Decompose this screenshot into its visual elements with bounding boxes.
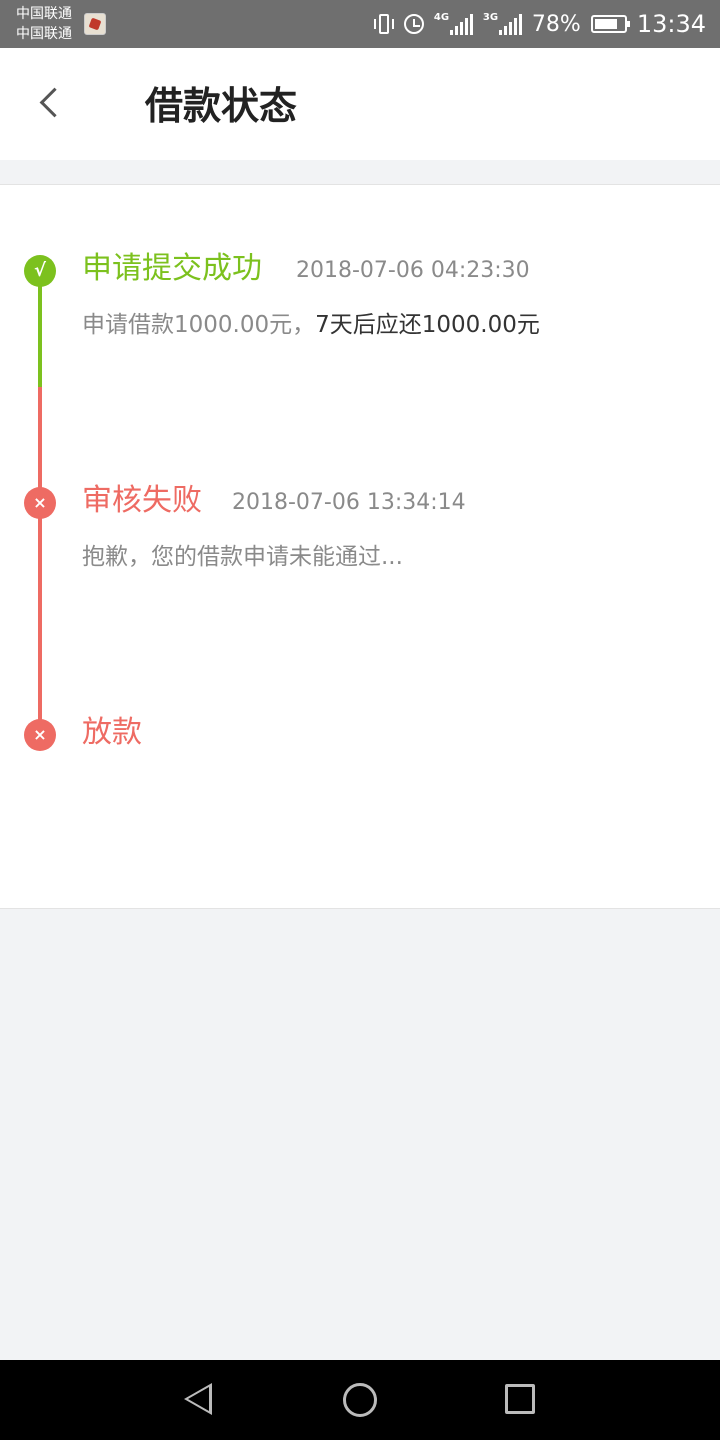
timeline-line-success — [38, 271, 42, 387]
app-header: 借款状态 — [0, 48, 720, 160]
nav-recents-icon[interactable] — [505, 1384, 535, 1414]
vibrate-icon — [373, 13, 394, 35]
clock: 13:34 — [636, 10, 706, 38]
step-time-submitted: 2018-07-06 04:23:30 — [296, 258, 530, 283]
loan-amount-text: 申请借款1000.00元， — [82, 312, 316, 338]
status-bar: 中国联通 中国联通 4G 3G 78% 13:34 — [0, 0, 720, 48]
network-type-2: 3G — [482, 12, 499, 23]
battery-percent: 78% — [531, 11, 581, 37]
signal-4g-icon: 4G — [434, 13, 473, 35]
carrier-1: 中国联通 — [16, 6, 72, 22]
repay-amount-text: 7天后应还1000.00元 — [315, 312, 540, 338]
alarm-icon — [403, 14, 424, 34]
battery-icon — [590, 15, 630, 33]
nav-back-icon[interactable] — [184, 1383, 212, 1415]
timeline-line-failed — [38, 387, 42, 733]
step-title-disbursement: 放款 — [82, 715, 142, 750]
check-icon: √ — [24, 255, 56, 287]
back-button[interactable] — [30, 84, 70, 124]
step-time-review-failed: 2018-07-06 13:34:14 — [232, 490, 466, 515]
network-type-1: 4G — [433, 12, 450, 23]
step-title-submitted: 申请提交成功 — [82, 251, 262, 286]
signal-3g-icon: 3G — [483, 13, 522, 35]
page-title: 借款状态 — [145, 84, 298, 128]
carrier-2: 中国联通 — [16, 26, 72, 42]
nav-home-icon[interactable] — [343, 1383, 377, 1417]
cross-icon: × — [24, 719, 56, 751]
step-title-review-failed: 审核失败 — [82, 483, 202, 518]
step-desc-review-failed: 抱歉，您的借款申请未能通过... — [82, 544, 403, 570]
app-notification-icon — [84, 13, 106, 35]
step-desc-submitted: 申请借款1000.00元，7天后应还1000.00元 — [82, 307, 540, 343]
system-nav-bar — [0, 1360, 720, 1440]
loan-status-timeline: √ 申请提交成功 2018-07-06 04:23:30 申请借款1000.00… — [0, 184, 720, 909]
carrier-info: 中国联通 中国联通 — [16, 4, 72, 44]
cross-icon: × — [24, 487, 56, 519]
